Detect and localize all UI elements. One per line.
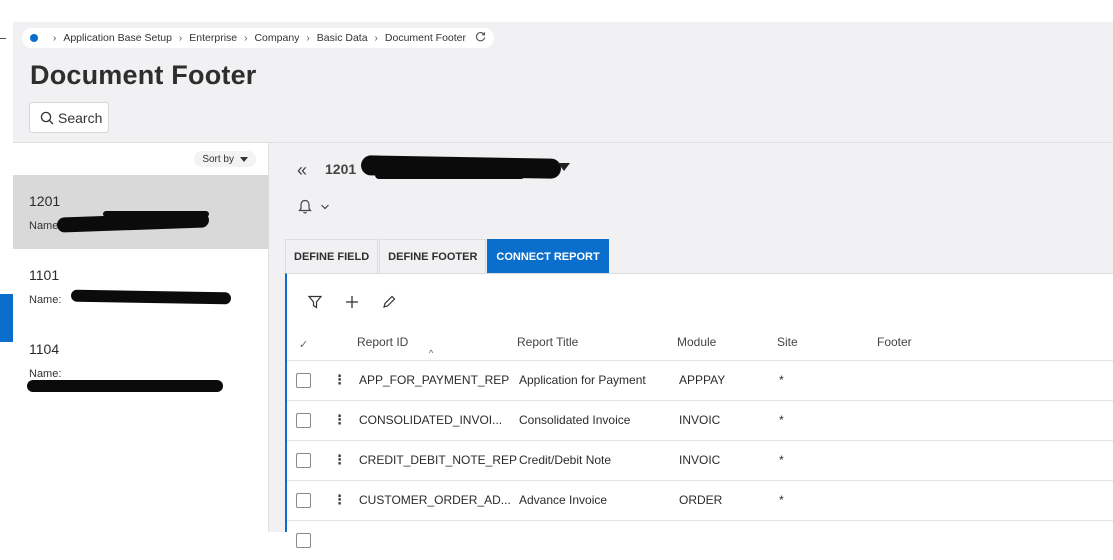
column-header-report-title[interactable]: Report Title xyxy=(517,335,578,349)
kebab-icon[interactable]: ⋮ xyxy=(333,372,346,388)
cell-site: * xyxy=(779,493,784,507)
cell-site: * xyxy=(779,373,784,387)
cell-report-id: CREDIT_DEBIT_NOTE_REP xyxy=(359,453,518,467)
chevron-right-icon: › xyxy=(53,32,57,44)
notification-menu[interactable] xyxy=(298,199,330,215)
breadcrumb-item[interactable]: Company xyxy=(254,32,299,44)
row-checkbox[interactable] xyxy=(296,413,311,428)
cell-module: ORDER xyxy=(679,493,723,507)
double-chevron-left-icon[interactable]: « xyxy=(297,160,307,181)
chevron-right-icon: › xyxy=(374,32,378,44)
bell-icon xyxy=(298,199,312,214)
search-label: Search xyxy=(58,109,103,126)
cell-site: * xyxy=(779,413,784,427)
report-grid: ✓ Report ID ^ Report Title Module Site F… xyxy=(285,273,1113,548)
sort-by-dropdown[interactable]: Sort by xyxy=(194,151,256,167)
cell-report-id: CUSTOMER_ORDER_AD... xyxy=(359,493,511,507)
redaction xyxy=(70,289,232,305)
record-list: Sort by 1201 Name: 1101 Name: 1104 Name: xyxy=(13,143,269,532)
kebab-icon[interactable]: ⋮ xyxy=(333,492,346,508)
search-button[interactable]: Search xyxy=(29,102,109,133)
table-row[interactable]: ⋮ APP_FOR_PAYMENT_REP Application for Pa… xyxy=(287,360,1113,400)
list-item[interactable]: 1104 Name: xyxy=(13,323,269,397)
nav-active-indicator[interactable] xyxy=(0,294,13,342)
redaction xyxy=(27,380,223,392)
home-dot-icon[interactable] xyxy=(30,34,38,42)
row-checkbox[interactable] xyxy=(296,533,311,548)
kebab-icon[interactable]: ⋮ xyxy=(333,452,346,468)
breadcrumb-item[interactable]: Enterprise xyxy=(189,32,237,44)
column-header-footer[interactable]: Footer xyxy=(877,335,912,349)
table-row[interactable] xyxy=(287,520,1113,560)
pencil-icon[interactable] xyxy=(379,292,399,312)
table-row[interactable]: ⋮ CREDIT_DEBIT_NOTE_REP Credit/Debit Not… xyxy=(287,440,1113,480)
breadcrumb-current: Document Footer xyxy=(384,32,467,44)
record-selector[interactable]: 1201 xyxy=(325,161,356,177)
cell-report-title: Credit/Debit Note xyxy=(519,453,612,467)
chevron-right-icon: › xyxy=(306,32,310,44)
cell-report-title: Application for Payment xyxy=(519,373,646,387)
sort-up-icon: ^ xyxy=(429,348,434,358)
breadcrumb-item[interactable]: Basic Data xyxy=(317,32,368,44)
column-header-report-id[interactable]: Report ID xyxy=(357,335,408,349)
cell-report-title: Consolidated Invoice xyxy=(519,413,631,427)
chevron-right-icon: › xyxy=(178,32,183,44)
nav-tick xyxy=(0,38,6,39)
list-item-id: 1101 xyxy=(29,267,60,283)
chevron-right-icon: › xyxy=(244,32,248,44)
breadcrumb: › Application Base Setup › Enterprise › … xyxy=(22,28,495,48)
table-row[interactable]: ⋮ CUSTOMER_ORDER_AD... Advance Invoice O… xyxy=(287,480,1113,520)
cell-report-id: APP_FOR_PAYMENT_REP xyxy=(359,373,510,387)
list-item[interactable]: 1101 Name: xyxy=(13,249,269,323)
caret-down-icon[interactable] xyxy=(558,163,570,171)
top-strip xyxy=(0,0,1113,22)
kebab-icon[interactable]: ⋮ xyxy=(333,412,346,428)
cell-module: INVOIC xyxy=(679,453,721,467)
row-checkbox[interactable] xyxy=(296,493,311,508)
cell-report-id: CONSOLIDATED_INVOI... xyxy=(359,413,503,427)
tab-define-footer[interactable]: DEFINE FOOTER xyxy=(379,239,487,273)
left-nav-edge xyxy=(0,22,13,532)
breadcrumb-item[interactable]: Application Base Setup xyxy=(63,32,172,44)
grid-toolbar xyxy=(305,292,416,312)
column-header-site[interactable]: Site xyxy=(777,335,798,349)
tab-connect-report[interactable]: CONNECT REPORT xyxy=(487,239,609,273)
search-icon xyxy=(40,111,54,124)
sort-caret-icon xyxy=(240,156,248,162)
checkmark-icon[interactable]: ✓ xyxy=(299,338,308,351)
row-checkbox[interactable] xyxy=(296,373,311,388)
list-item[interactable]: 1201 Name: xyxy=(13,175,269,249)
tab-bar: DEFINE FIELD DEFINE FOOTER CONNECT REPOR… xyxy=(285,239,610,273)
row-checkbox[interactable] xyxy=(296,453,311,468)
cell-site: * xyxy=(779,453,784,467)
cell-report-title: Advance Invoice xyxy=(519,493,608,507)
sort-by-label: Sort by xyxy=(202,153,234,165)
tab-define-field[interactable]: DEFINE FIELD xyxy=(285,239,379,273)
plus-icon[interactable] xyxy=(342,292,362,312)
table-row[interactable]: ⋮ CONSOLIDATED_INVOI... Consolidated Inv… xyxy=(287,400,1113,440)
detail-panel: « 1201 DEFINE FIELD DEFINE FOOTER CONNEC… xyxy=(285,143,1113,548)
filter-icon[interactable] xyxy=(305,292,325,312)
refresh-icon[interactable] xyxy=(475,31,486,45)
cell-module: INVOIC xyxy=(679,413,721,427)
redaction xyxy=(375,171,525,179)
chevron-down-icon xyxy=(321,204,329,210)
page-title: Document Footer xyxy=(30,60,257,90)
redaction xyxy=(103,211,209,217)
list-item-name-label: Name: xyxy=(29,294,62,306)
column-header-module[interactable]: Module xyxy=(677,335,716,349)
cell-module: APPPAY xyxy=(679,373,726,387)
list-item-name-label: Name: xyxy=(29,368,62,380)
list-item-id: 1201 xyxy=(29,193,61,209)
list-item-id: 1104 xyxy=(29,341,60,357)
